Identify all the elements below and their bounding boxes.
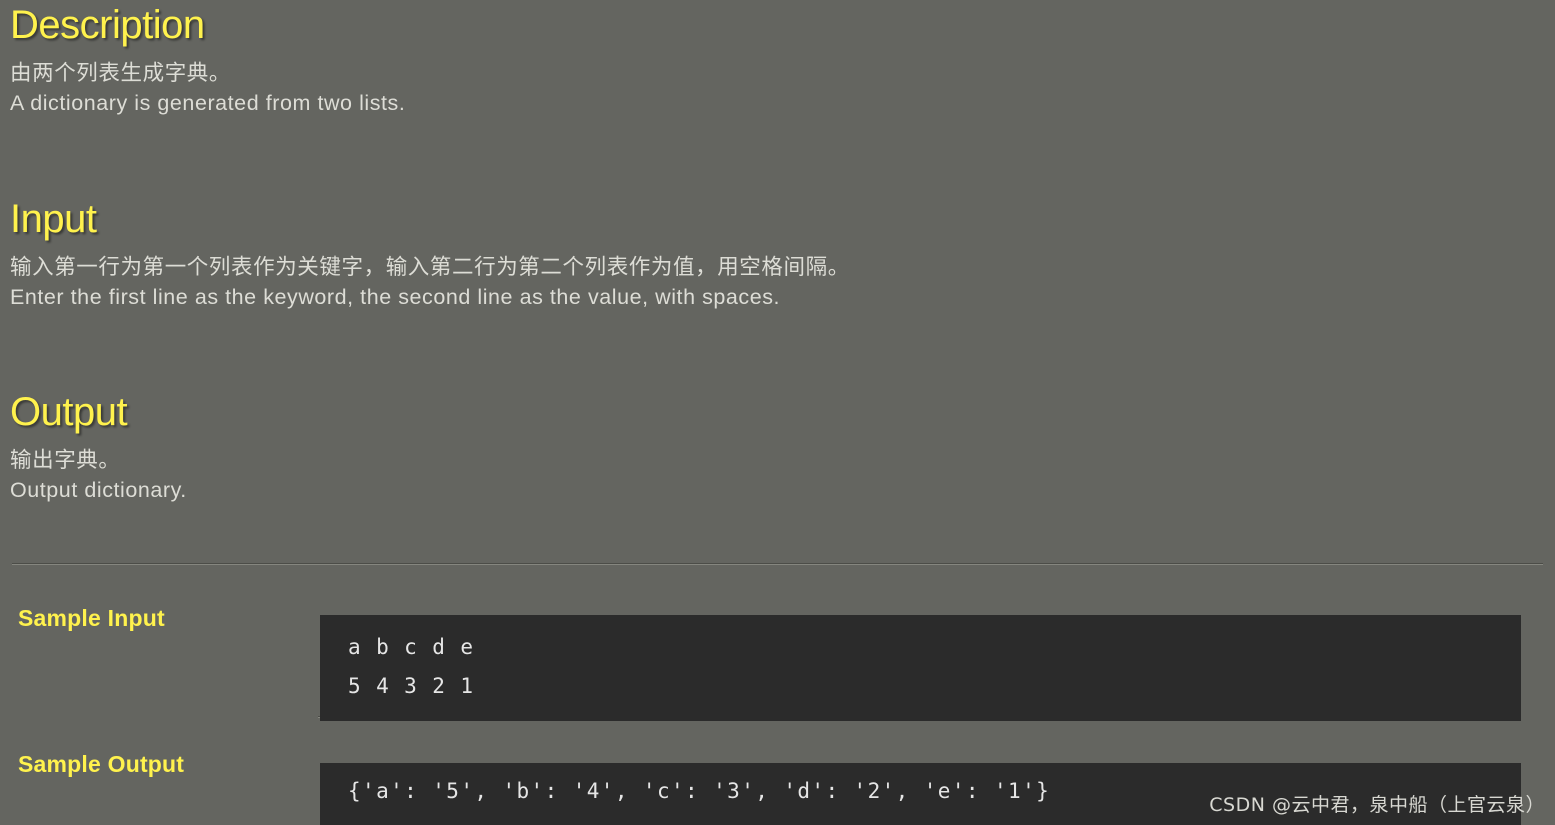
input-section: Input 输入第一行为第一个列表作为关键字，输入第二行为第二个列表作为值，用空… bbox=[10, 199, 850, 312]
input-text-en: Enter the first line as the keyword, the… bbox=[10, 284, 781, 309]
description-text-en: A dictionary is generated from two lists… bbox=[10, 90, 406, 115]
sample-output-label: Sample Output bbox=[18, 751, 185, 777]
description-body: 由两个列表生成字典。 A dictionary is generated fro… bbox=[10, 59, 405, 118]
sample-input-code: a b c d e 5 4 3 2 1 bbox=[320, 615, 1521, 721]
input-text-cn: 输入第一行为第一个列表作为关键字，输入第二行为第二个列表作为值，用空格间隔。 bbox=[10, 255, 850, 279]
output-body: 输出字典。 Output dictionary. bbox=[10, 446, 187, 505]
output-section: Output 输出字典。 Output dictionary. bbox=[10, 392, 187, 505]
input-heading: Input bbox=[10, 197, 97, 241]
output-text-en: Output dictionary. bbox=[10, 477, 187, 502]
problem-statement-page: Description 由两个列表生成字典。 A dictionary is g… bbox=[0, 0, 1555, 825]
description-text-cn: 由两个列表生成字典。 bbox=[10, 61, 232, 85]
section-divider-top bbox=[12, 563, 1543, 565]
output-text-cn: 输出字典。 bbox=[10, 448, 121, 472]
output-heading: Output bbox=[10, 390, 128, 434]
description-section: Description 由两个列表生成字典。 A dictionary is g… bbox=[10, 5, 405, 118]
description-heading: Description bbox=[10, 3, 205, 47]
input-body: 输入第一行为第一个列表作为关键字，输入第二行为第二个列表作为值，用空格间隔。 E… bbox=[10, 253, 850, 312]
csdn-watermark: CSDN @云中君，泉中船（上官云泉） bbox=[1209, 794, 1545, 816]
sample-input-label: Sample Input bbox=[18, 605, 165, 631]
